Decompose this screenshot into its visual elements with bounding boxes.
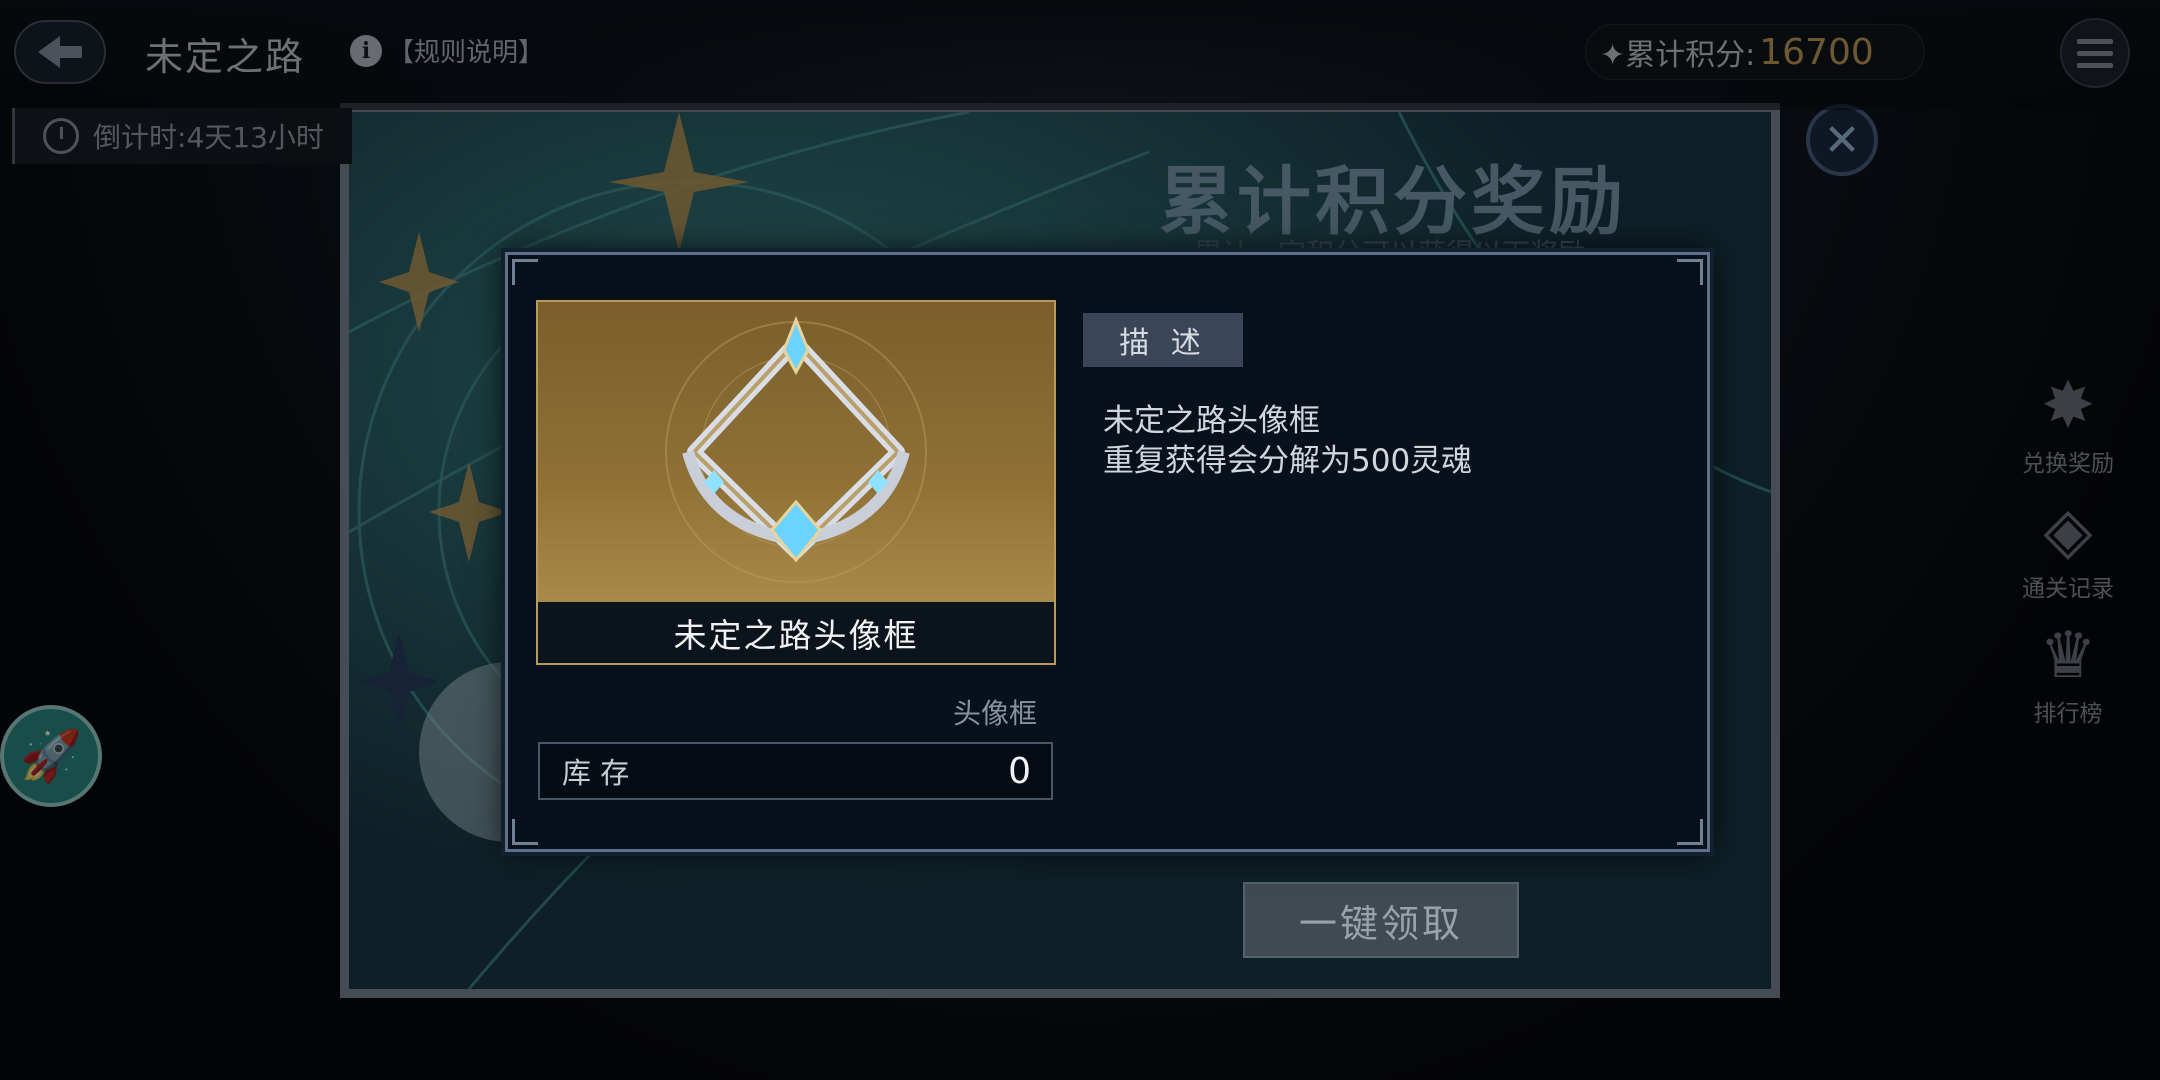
stock-row: 库 存 0: [538, 742, 1053, 800]
avatar-frame-icon: [665, 315, 927, 583]
description-tab: 描 述: [1083, 313, 1243, 367]
stock-label: 库 存: [562, 756, 630, 790]
description-line: 重复获得会分解为500灵魂: [1103, 443, 1473, 479]
item-card: 未定之路头像框: [536, 300, 1056, 665]
dialog-corner: [512, 819, 538, 845]
item-detail-dialog: 未定之路头像框 头像框 库 存 0 描 述 未定之路头像框 重复获得会分解为50…: [505, 252, 1710, 852]
item-name: 未定之路头像框: [673, 615, 919, 655]
dialog-corner: [1677, 819, 1703, 845]
claim-all-button[interactable]: 一键领取: [1243, 882, 1519, 958]
description-line: 未定之路头像框: [1103, 403, 1320, 439]
dialog-corner: [512, 259, 538, 285]
stock-value: 0: [1008, 750, 1031, 792]
dialog-corner: [1677, 259, 1703, 285]
item-type: 头像框: [953, 697, 1038, 730]
item-image: [538, 302, 1054, 602]
